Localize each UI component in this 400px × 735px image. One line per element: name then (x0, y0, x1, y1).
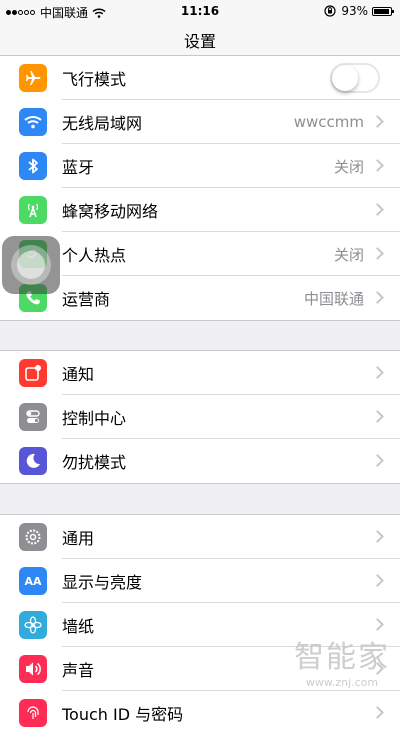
settings-row-label: 无线局域网 (62, 114, 143, 133)
settings-row-touch-id-passcode[interactable]: Touch ID 与密码 (0, 691, 400, 735)
settings-row-general[interactable]: 通用 (0, 515, 400, 559)
settings-row-label: 声音 (62, 661, 95, 680)
display-brightness-icon: AA (19, 567, 47, 595)
battery-percent: 93% (341, 4, 368, 18)
chevron-right-icon (371, 410, 384, 423)
settings-row-label: 蜂窝移动网络 (62, 202, 159, 221)
orientation-lock-icon (324, 5, 336, 17)
chevron-right-icon (371, 115, 384, 128)
settings-row-value: wwccmm (293, 113, 364, 131)
settings-row-value: 中国联通 (303, 289, 364, 308)
settings-row-label: 通用 (62, 529, 95, 548)
chevron-right-icon (371, 203, 384, 216)
settings-row-label: 飞行模式 (62, 70, 127, 89)
control-center-icon (19, 403, 47, 431)
battery-icon (372, 6, 394, 16)
bluetooth-icon (19, 152, 47, 180)
assistive-touch-inner-ring (17, 251, 45, 279)
settings-row-value: 关闭 (333, 245, 364, 264)
chevron-right-icon (371, 247, 384, 260)
chevron-right-icon (371, 574, 384, 587)
settings-row-bluetooth[interactable]: 蓝牙 关闭 (0, 144, 400, 188)
settings-row-cellular[interactable]: 蜂窝移动网络 (0, 188, 400, 232)
chevron-right-icon (371, 618, 384, 631)
watermark-url: www.znj.com (305, 676, 379, 689)
toggle-knob (332, 65, 358, 91)
chevron-right-icon (371, 291, 384, 304)
moon-icon (19, 447, 47, 475)
wallpaper-icon (19, 611, 47, 639)
settings-row-do-not-disturb[interactable]: 勿扰模式 (0, 439, 400, 483)
settings-row-label: Touch ID 与密码 (62, 705, 184, 724)
notification-icon (19, 359, 47, 387)
fingerprint-icon (19, 699, 47, 727)
settings-row-notifications[interactable]: 通知 (0, 351, 400, 395)
settings-row-airplane-mode[interactable]: 飞行模式 (0, 56, 400, 100)
settings-row-label: 墙纸 (62, 617, 95, 636)
chevron-right-icon (371, 366, 384, 379)
settings-group-connectivity: 飞行模式 无线局域网 wwccmm 蓝牙 关闭 蜂窝移动网络 个人热点 关闭 运… (0, 55, 400, 321)
settings-row-label: 勿扰模式 (62, 453, 127, 472)
settings-row-label: 控制中心 (62, 409, 127, 428)
settings-row-display-brightness[interactable]: AA 显示与亮度 (0, 559, 400, 603)
chevron-right-icon (371, 706, 384, 719)
sound-icon (19, 655, 47, 683)
settings-row-wifi[interactable]: 无线局域网 wwccmm (0, 100, 400, 144)
chevron-right-icon (371, 530, 384, 543)
status-bar: 中国联通 11:16 93% (0, 0, 400, 22)
assistive-touch-button[interactable] (2, 236, 60, 294)
wifi-icon (19, 108, 47, 136)
settings-row-label: 蓝牙 (62, 158, 95, 177)
settings-group-general: 通用 AA 显示与亮度 墙纸 声音 Touch ID 与密码 (0, 514, 400, 735)
airplane-icon (19, 64, 47, 92)
settings-row-value: 关闭 (333, 157, 364, 176)
cellular-icon (19, 196, 47, 224)
watermark: 智能家 www.znj.com (294, 632, 390, 689)
settings-row-label: 通知 (62, 365, 95, 384)
display-icon-glyph: AA (24, 574, 42, 588)
page-title: 设置 (183, 32, 216, 51)
chevron-right-icon (371, 159, 384, 172)
settings-row-label: 显示与亮度 (62, 573, 143, 592)
airplane-mode-toggle[interactable] (330, 63, 380, 93)
watermark-title: 智能家 (294, 640, 390, 675)
settings-row-control-center[interactable]: 控制中心 (0, 395, 400, 439)
settings-row-label: 运营商 (62, 290, 111, 309)
settings-row-personal-hotspot[interactable]: 个人热点 关闭 (0, 232, 400, 276)
settings-group-notifications: 通知 控制中心 勿扰模式 (0, 350, 400, 484)
settings-row-label: 个人热点 (62, 246, 127, 265)
settings-row-carrier[interactable]: 运营商 中国联通 (0, 276, 400, 320)
gear-icon (19, 523, 47, 551)
chevron-right-icon (371, 454, 384, 467)
